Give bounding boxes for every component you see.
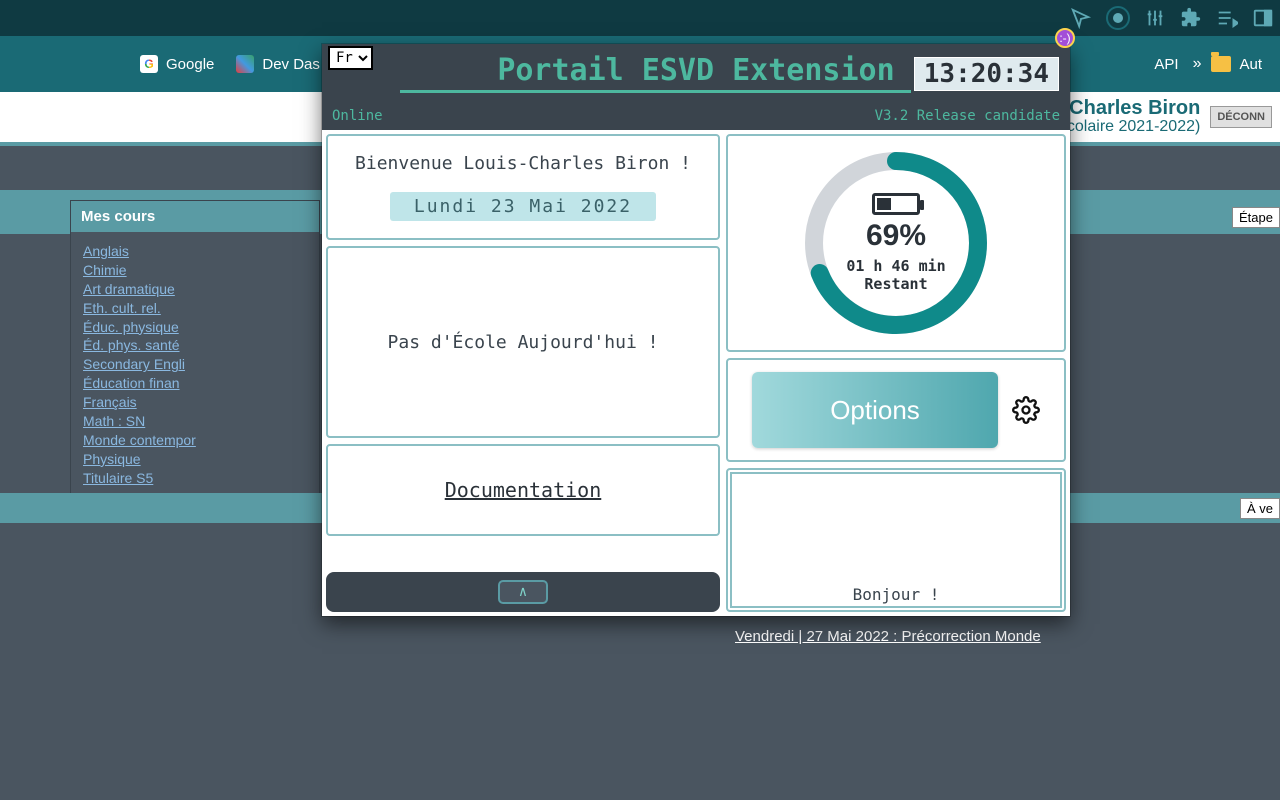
course-link[interactable]: Titulaire S5 (83, 469, 307, 488)
ring-center: 69% 01 h 46 min Restant (802, 149, 990, 337)
bookmark-google[interactable]: Google (140, 55, 214, 73)
event-link[interactable]: Vendredi | 27 Mai 2022 : Précorrection M… (735, 628, 1041, 645)
bookmarks-overflow-icon[interactable]: » (1193, 55, 1198, 73)
ext-icon-panel[interactable] (1252, 7, 1274, 29)
progress-ring-card: 69% 01 h 46 min Restant (726, 134, 1066, 352)
no-school-card: Pas d'École Aujourd'hui ! (326, 246, 720, 438)
ext-icon-sliders[interactable] (1144, 7, 1166, 29)
puzzle-icon[interactable] (1180, 7, 1202, 29)
language-select[interactable]: Fr (328, 46, 373, 70)
progress-ring: 69% 01 h 46 min Restant (802, 149, 990, 337)
extension-popup: Fr Portail ESVD Extension 13:20:34 Onlin… (322, 44, 1070, 616)
ext-icon-playlist[interactable] (1216, 7, 1238, 29)
course-link[interactable]: Physique (83, 450, 307, 469)
tab-a-venir[interactable]: À ve (1240, 498, 1280, 519)
battery-icon (872, 193, 920, 215)
gear-icon[interactable] (1012, 396, 1040, 424)
bookmark-label: Google (166, 56, 214, 73)
dev-icon (236, 55, 254, 73)
courses-sidebar: Mes cours Anglais Chimie Art dramatique … (70, 200, 320, 503)
collapse-bar: ∧ (326, 572, 720, 612)
welcome-card: Bienvenue Louis-Charles Biron ! Lundi 23… (326, 134, 720, 240)
google-icon (140, 55, 158, 73)
version-text: V3.2 Release candidate (875, 108, 1060, 124)
chevron-up-icon: ∧ (519, 584, 527, 600)
clock-display: 13:20:34 (911, 54, 1062, 94)
progress-percent: 69% (866, 219, 926, 253)
tab-etape[interactable]: Étape (1232, 207, 1280, 228)
greeting-text: Bonjour ! (728, 585, 1064, 604)
course-link[interactable]: Monde contempor (83, 431, 307, 450)
popup-header: Fr Portail ESVD Extension 13:20:34 (322, 44, 1070, 102)
folder-icon (1211, 56, 1231, 72)
bookmark-label: Dev Das (262, 56, 320, 73)
course-link[interactable]: Éd. phys. santé (83, 336, 307, 355)
courses-list: Anglais Chimie Art dramatique Eth. cult.… (71, 232, 319, 502)
course-link[interactable]: Chimie (83, 261, 307, 280)
course-link[interactable]: Eth. cult. rel. (83, 299, 307, 318)
ext-icon-pointer[interactable] (1070, 7, 1092, 29)
courses-header: Mes cours (71, 201, 319, 232)
popup-subheader: Online V3.2 Release candidate (322, 102, 1070, 130)
options-button[interactable]: Options (752, 372, 998, 448)
welcome-text: Bienvenue Louis-Charles Biron ! (355, 153, 691, 174)
status-text: Online (332, 108, 383, 124)
bookmark-dev-das[interactable]: Dev Das (236, 55, 320, 73)
no-school-text: Pas d'École Aujourd'hui ! (388, 332, 659, 353)
popup-right-column: 69% 01 h 46 min Restant Options (726, 134, 1066, 612)
course-link[interactable]: Éduc. physique (83, 318, 307, 337)
documentation-card: Documentation (326, 444, 720, 536)
popup-body: Bienvenue Louis-Charles Biron ! Lundi 23… (322, 130, 1070, 616)
greeting-card: Bonjour ! (726, 468, 1066, 612)
bookmark-label: Aut (1239, 56, 1262, 73)
collapse-button[interactable]: ∧ (498, 580, 548, 604)
course-link[interactable]: Éducation finan (83, 374, 307, 393)
extension-badge-icon[interactable]: :-) (1055, 28, 1075, 48)
options-label: Options (830, 395, 920, 426)
browser-extension-toolbar: :-) (0, 0, 1280, 36)
course-link[interactable]: Math : SN (83, 412, 307, 431)
bookmark-api-label[interactable]: API (1154, 56, 1178, 73)
popup-left-column: Bienvenue Louis-Charles Biron ! Lundi 23… (326, 134, 720, 612)
documentation-link[interactable]: Documentation (445, 478, 602, 502)
time-remaining: 01 h 46 min Restant (846, 257, 945, 293)
options-card: Options (726, 358, 1066, 462)
logout-button[interactable]: DÉCONN (1210, 106, 1272, 128)
course-link[interactable]: Français (83, 393, 307, 412)
bookmark-folder-autres[interactable]: Aut (1211, 56, 1262, 73)
popup-title: Portail ESVD Extension (400, 53, 992, 93)
course-link[interactable]: Secondary Engli (83, 355, 307, 374)
ext-icon-record[interactable] (1106, 6, 1130, 30)
course-link[interactable]: Art dramatique (83, 280, 307, 299)
date-pill: Lundi 23 Mai 2022 (390, 192, 656, 221)
course-link[interactable]: Anglais (83, 242, 307, 261)
